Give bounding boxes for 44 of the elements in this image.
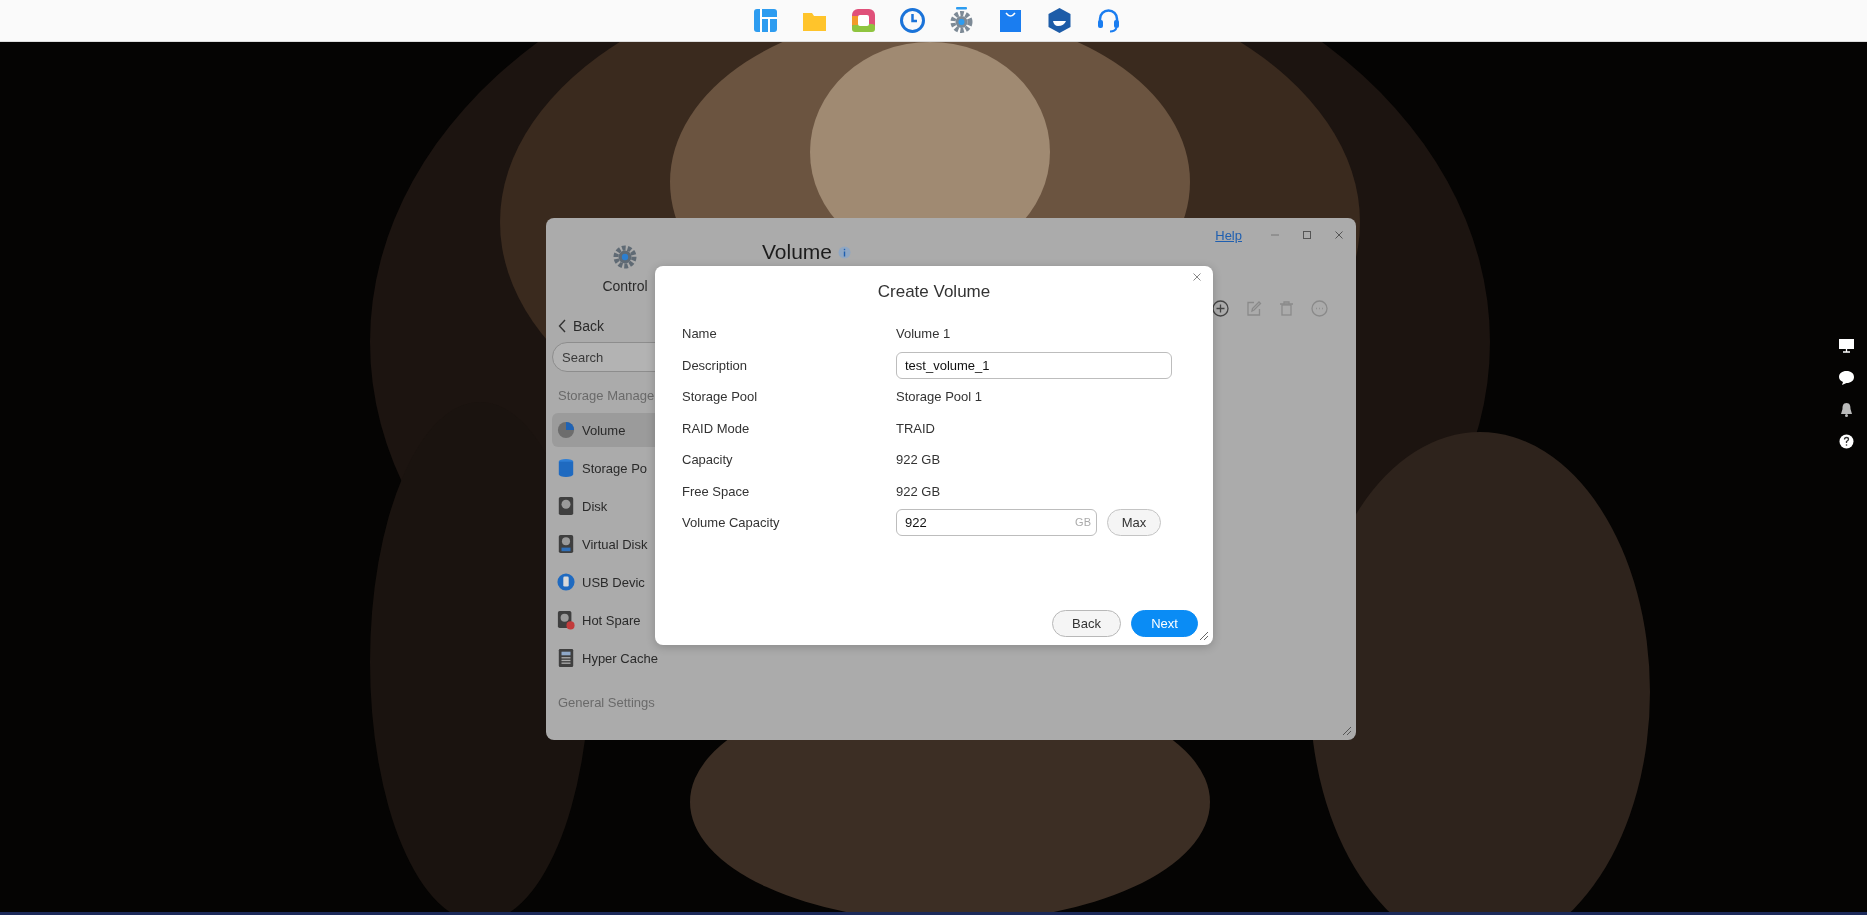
field-value: 922 GB: [896, 483, 942, 499]
sidebar-item[interactable]: USB Devic: [552, 565, 746, 599]
dialog-title: Create Volume: [877, 282, 991, 302]
ssd-icon: [557, 647, 575, 669]
resize-grip-icon[interactable]: [1198, 630, 1209, 641]
close-icon[interactable]: [1334, 230, 1344, 240]
resize-grip-icon[interactable]: [1341, 725, 1352, 736]
back-button[interactable]: Back: [1052, 610, 1121, 637]
back-link[interactable]: Back: [558, 318, 605, 334]
field-label: Storage Pool: [682, 389, 759, 405]
field-label: Volume Capacity: [682, 515, 781, 531]
max-button[interactable]: Max: [1107, 509, 1161, 537]
sidebar-item[interactable]: Hyper Cache: [552, 641, 746, 675]
field-value: Storage Pool 1: [896, 389, 983, 405]
square-ring-icon[interactable]: [849, 7, 877, 34]
field-value: TRAID: [896, 420, 936, 436]
bell-icon[interactable]: [1838, 401, 1855, 418]
maximize-icon[interactable]: [1302, 230, 1312, 240]
app-title: Control: [602, 278, 648, 294]
page-title: Volume: [762, 241, 833, 263]
settings-icon: [612, 244, 638, 270]
database-icon: [557, 457, 575, 479]
unit-label: GB: [1075, 516, 1091, 530]
sidebar-item[interactable]: Hot Spare: [552, 603, 746, 637]
add-icon[interactable]: [1212, 300, 1229, 317]
field-label: Free Space: [682, 483, 751, 499]
field-label: Name: [682, 326, 718, 342]
description-field[interactable]: test_volume_1: [896, 351, 1172, 379]
section-heading: Storage Manage: [558, 388, 655, 403]
next-button[interactable]: Next: [1131, 610, 1198, 637]
section-heading: General Settings: [558, 695, 655, 710]
usb-icon: [557, 571, 575, 593]
pie-chart-icon: [557, 419, 575, 441]
chevron-left-icon: [558, 319, 567, 333]
close-icon[interactable]: [1193, 273, 1201, 281]
chat-icon[interactable]: [1838, 369, 1855, 386]
field-label: Capacity: [682, 452, 734, 468]
field-value: 922 GB: [896, 452, 942, 468]
clock-icon[interactable]: [898, 7, 926, 34]
help-icon[interactable]: [1838, 433, 1855, 450]
monitor-icon[interactable]: [1838, 337, 1855, 354]
info-icon[interactable]: [838, 245, 852, 259]
grid-icon[interactable]: [751, 7, 779, 34]
field-value: Volume 1: [896, 326, 952, 342]
